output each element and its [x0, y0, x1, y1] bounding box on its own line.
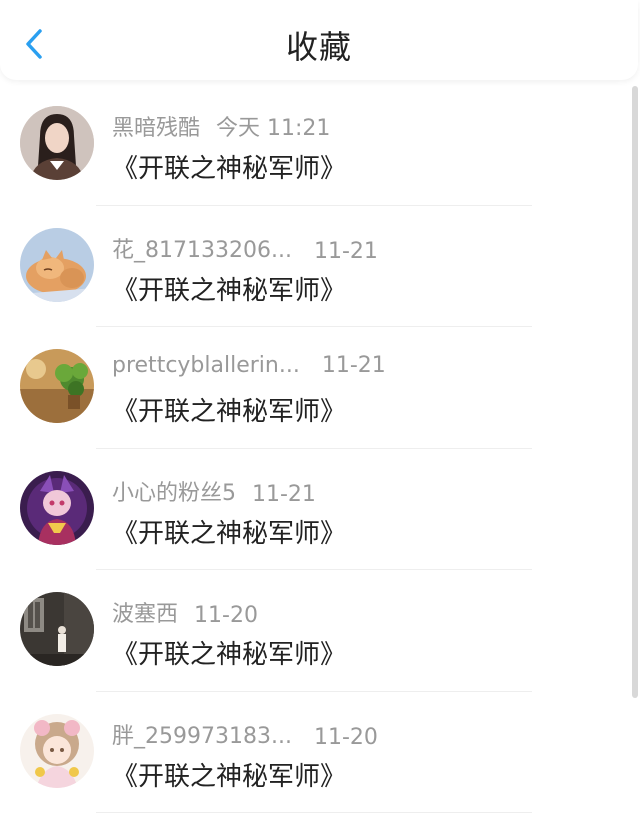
avatar[interactable] — [20, 349, 94, 423]
book-title[interactable]: 《开联之神秘军师》 — [112, 634, 346, 671]
divider — [96, 812, 532, 813]
list-item[interactable]: 花_817133206... 11-21 《开联之神秘军师》 — [0, 206, 632, 327]
avatar[interactable] — [20, 106, 94, 180]
book-title[interactable]: 《开联之神秘军师》 — [112, 756, 346, 793]
list-item[interactable]: prettcyblallerin... 11-21 《开联之神秘军师》 — [0, 327, 632, 449]
book-title[interactable]: 《开联之神秘军师》 — [112, 148, 346, 185]
timestamp: 11-21 — [321, 353, 386, 378]
list-item[interactable]: 小心的粉丝5 11-21 《开联之神秘军师》 — [0, 449, 632, 570]
list-item[interactable]: 波塞西 11-20 《开联之神秘军师》 — [0, 570, 632, 692]
timestamp: 11-20 — [313, 724, 378, 750]
user-name[interactable]: 花_817133206... — [112, 232, 292, 264]
list-item[interactable]: 黑暗残酷 今天 11:21 《开联之神秘军师》 — [0, 84, 632, 206]
user-name[interactable]: 黑暗残酷 — [112, 110, 200, 142]
user-name[interactable]: 波塞西 — [112, 596, 178, 628]
avatar[interactable] — [20, 592, 94, 666]
top-bar: 收藏 — [0, 0, 638, 80]
book-title[interactable]: 《开联之神秘军师》 — [112, 391, 346, 428]
avatar[interactable] — [20, 713, 94, 788]
timestamp: 11-21 — [252, 481, 316, 507]
book-title[interactable]: 《开联之神秘军师》 — [112, 513, 346, 550]
avatar[interactable] — [20, 227, 94, 302]
list-item[interactable]: 胖_259973183... 11-20 《开联之神秘军师》 — [0, 692, 632, 813]
timestamp: 11-20 — [194, 603, 258, 628]
page-title: 收藏 — [285, 28, 352, 66]
favorites-list: 黑暗残酷 今天 11:21 《开联之神秘军师》 花_817133206... 11-… — [0, 84, 632, 813]
timestamp: 11-21 — [313, 238, 378, 264]
avatar[interactable] — [20, 470, 94, 545]
user-name[interactable]: prettcyblallerin... — [112, 353, 300, 378]
timestamp: 今天 11:21 — [216, 116, 331, 141]
scrollbar[interactable] — [632, 86, 638, 698]
user-name[interactable]: 小心的粉丝5 — [112, 475, 236, 507]
book-title[interactable]: 《开联之神秘军师》 — [112, 270, 346, 307]
user-name[interactable]: 胖_259973183... — [112, 718, 292, 750]
